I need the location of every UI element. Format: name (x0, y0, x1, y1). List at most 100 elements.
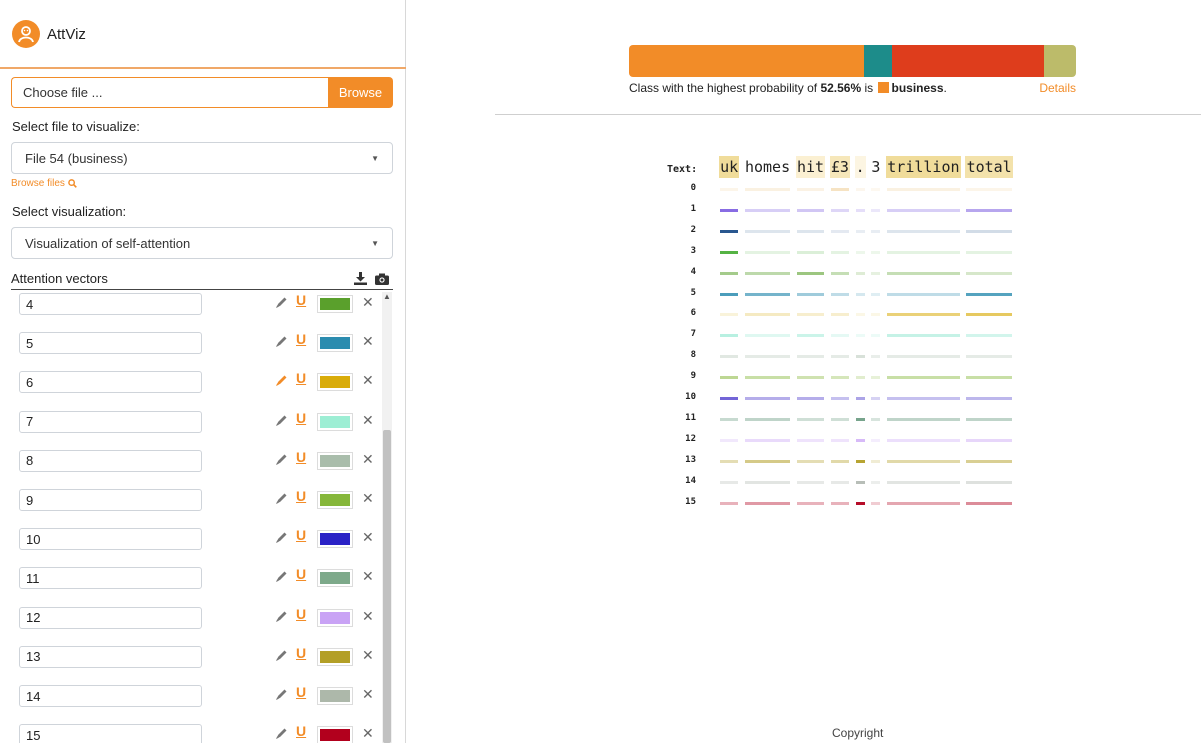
vector-name-input[interactable]: 11 (19, 567, 202, 590)
color-picker[interactable] (317, 491, 353, 509)
pencil-icon[interactable] (275, 688, 288, 701)
underline-icon[interactable]: U (296, 488, 306, 504)
token[interactable]: . (854, 156, 866, 178)
class-color-swatch (878, 82, 890, 93)
sidebar: AttViz Choose file ... Browse Select fil… (0, 0, 406, 743)
scrollbar-thumb[interactable] (383, 430, 391, 743)
file-select[interactable]: File 54 (business) ▼ (11, 142, 393, 174)
attention-weight-bar (796, 480, 825, 484)
remove-vector-icon[interactable]: ✕ (362, 568, 374, 585)
pencil-icon[interactable] (275, 570, 288, 583)
pencil-icon[interactable] (275, 727, 288, 740)
underline-icon[interactable]: U (296, 449, 306, 465)
probability-segment[interactable] (629, 45, 864, 77)
color-picker[interactable] (317, 530, 353, 549)
attention-weight-bar (871, 417, 881, 421)
vector-name-input[interactable]: 13 (19, 645, 202, 668)
vector-name-input[interactable]: 7 (19, 410, 202, 433)
file-chooser: Choose file ... Browse (11, 77, 393, 108)
color-picker[interactable] (317, 295, 353, 313)
attention-weight-bar (796, 229, 825, 233)
token[interactable]: £3 (829, 156, 850, 178)
underline-icon[interactable]: U (296, 331, 306, 347)
vector-name-input[interactable]: 6 (19, 371, 202, 394)
color-picker[interactable] (317, 647, 353, 666)
scroll-up-icon[interactable]: ▲ (383, 292, 391, 301)
color-picker[interactable] (317, 687, 353, 705)
vector-name-input[interactable]: 12 (19, 606, 202, 629)
pencil-icon[interactable] (275, 414, 288, 427)
select-caret-icon: ▼ (371, 153, 379, 163)
pencil-icon[interactable] (275, 374, 288, 387)
color-picker[interactable] (317, 373, 353, 392)
underline-icon[interactable]: U (296, 410, 306, 426)
underline-icon[interactable]: U (296, 606, 306, 622)
vector-list-scrollbar[interactable]: ▲ (382, 292, 392, 743)
pencil-icon[interactable] (275, 296, 288, 309)
camera-icon[interactable] (375, 273, 389, 285)
attention-weight-bar (720, 397, 739, 400)
token[interactable]: total (965, 156, 1013, 178)
attention-weight-bar (887, 417, 960, 421)
brand[interactable]: AttViz (12, 20, 86, 48)
remove-vector-icon[interactable]: ✕ (362, 372, 374, 389)
color-picker[interactable] (317, 412, 353, 431)
token[interactable]: 3 (870, 156, 882, 178)
remove-vector-icon[interactable]: ✕ (362, 451, 374, 468)
pencil-icon[interactable] (275, 335, 288, 348)
browse-button[interactable]: Browse (328, 77, 393, 108)
underline-icon[interactable]: U (296, 370, 306, 386)
probability-segment[interactable] (1043, 45, 1076, 77)
pencil-icon[interactable] (275, 610, 288, 623)
color-picker[interactable] (317, 451, 353, 470)
underline-icon[interactable]: U (296, 684, 306, 700)
vector-name-input[interactable]: 4 (19, 293, 202, 315)
remove-vector-icon[interactable]: ✕ (362, 529, 374, 546)
attention-weight-bar (830, 480, 849, 484)
pencil-icon[interactable] (275, 492, 288, 505)
pencil-icon[interactable] (275, 649, 288, 662)
vector-name-input[interactable]: 15 (19, 724, 202, 743)
color-picker[interactable] (317, 726, 353, 743)
browse-files-link[interactable]: Browse files (11, 178, 77, 189)
remove-vector-icon[interactable]: ✕ (362, 647, 374, 664)
underline-icon[interactable]: U (296, 645, 306, 661)
attention-weight-bar (744, 355, 791, 359)
token[interactable]: uk (719, 156, 740, 178)
remove-vector-icon[interactable]: ✕ (362, 294, 374, 311)
probability-segment[interactable] (863, 45, 892, 77)
vector-name-input[interactable]: 5 (19, 332, 202, 355)
download-icon[interactable] (354, 272, 367, 285)
token[interactable]: hit (795, 156, 826, 178)
details-link[interactable]: Details (1039, 81, 1076, 95)
color-picker[interactable] (317, 334, 353, 353)
viz-select[interactable]: Visualization of self-attention ▼ (11, 227, 393, 259)
file-input[interactable]: Choose file ... (11, 77, 328, 108)
underline-icon[interactable]: U (296, 566, 306, 582)
vector-name-input[interactable]: 10 (19, 528, 202, 551)
attention-weight-bar (887, 229, 960, 233)
color-picker[interactable] (317, 569, 353, 588)
remove-vector-icon[interactable]: ✕ (362, 333, 374, 350)
remove-vector-icon[interactable]: ✕ (362, 686, 374, 703)
pencil-icon[interactable] (275, 453, 288, 466)
color-picker[interactable] (317, 608, 353, 627)
vector-name-input[interactable]: 14 (19, 685, 202, 707)
remove-vector-icon[interactable]: ✕ (362, 725, 374, 742)
remove-vector-icon[interactable]: ✕ (362, 490, 374, 507)
attention-weight-bar (855, 313, 865, 317)
underline-icon[interactable]: U (296, 292, 306, 308)
remove-vector-icon[interactable]: ✕ (362, 412, 374, 429)
vector-name-input[interactable]: 9 (19, 489, 202, 511)
pencil-icon[interactable] (275, 531, 288, 544)
remove-vector-icon[interactable]: ✕ (362, 608, 374, 625)
attention-weight-bar (796, 355, 825, 359)
vector-name-input[interactable]: 8 (19, 449, 202, 472)
attention-vector-row: 4 U ✕ (11, 292, 382, 316)
attention-weight-bar (871, 438, 881, 442)
underline-icon[interactable]: U (296, 723, 306, 739)
token[interactable]: homes (743, 156, 792, 178)
token[interactable]: trillion (886, 156, 961, 178)
probability-segment[interactable] (891, 45, 1044, 77)
underline-icon[interactable]: U (296, 527, 306, 543)
